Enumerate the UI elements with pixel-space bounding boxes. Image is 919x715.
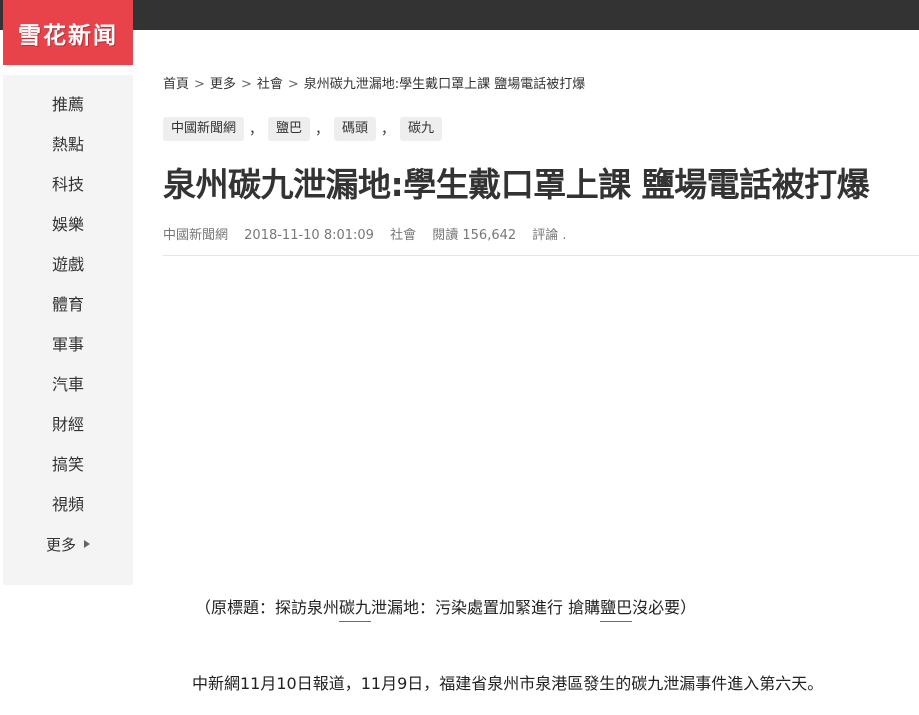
keyword-link-c9[interactable]: 碳九 (339, 598, 372, 622)
header-divider (163, 255, 919, 256)
article-comments[interactable]: 評論 . (532, 228, 566, 243)
tag-list: 中國新聞網 ， 鹽巴 ， 碼頭 ， 碳九 (163, 117, 443, 141)
article-datetime: 2018-11-10 8:01:09 (244, 228, 374, 243)
sidebar-item-sports[interactable]: 體育 (3, 285, 133, 325)
para1-text: 泄漏地：污染處置加緊進行 搶購 (371, 598, 601, 617)
tag-salt[interactable]: 鹽巴 (268, 117, 311, 141)
sidebar-item-finance[interactable]: 財經 (3, 405, 133, 445)
sidebar-item-tech[interactable]: 科技 (3, 165, 133, 205)
site-logo[interactable]: 雪花新闻 (3, 0, 133, 65)
para1-text: （原標題：探訪泉州 (195, 598, 340, 617)
sidebar-item-video[interactable]: 視頻 (3, 485, 133, 525)
breadcrumb-society[interactable]: 社會 (257, 77, 283, 92)
article-title: 泉州碳九泄漏地:學生戴口罩上課 鹽場電話被打爆 (163, 165, 870, 204)
tag-c9[interactable]: 碳九 (400, 117, 443, 141)
article-source[interactable]: 中國新聞網 (163, 228, 228, 243)
sidebar-item-recommend[interactable]: 推薦 (3, 85, 133, 125)
breadcrumb: 首頁 > 更多 > 社會 > 泉州碳九泄漏地:學生戴口罩上課 鹽場電話被打爆 (163, 73, 585, 92)
sidebar-item-entertainment[interactable]: 娛樂 (3, 205, 133, 245)
article-original-title: （原標題：探訪泉州碳九泄漏地：污染處置加緊進行 搶購鹽巴沒必要） (195, 594, 697, 622)
logo-text: 雪花新闻 (18, 22, 118, 49)
sidebar-item-games[interactable]: 遊戲 (3, 245, 133, 285)
sidebar-item-funny[interactable]: 搞笑 (3, 445, 133, 485)
para1-text: 沒必要） (632, 598, 697, 617)
breadcrumb-separator: > (240, 77, 252, 92)
sidebar-item-auto[interactable]: 汽車 (3, 365, 133, 405)
tag-wharf[interactable]: 碼頭 (334, 117, 377, 141)
tag-separator: ， (249, 122, 264, 138)
sidebar-nav: 推薦 熱點 科技 娛樂 遊戲 體育 軍事 汽車 財經 搞笑 視頻 更多 (3, 75, 133, 585)
breadcrumb-more[interactable]: 更多 (210, 77, 236, 92)
tag-chinanews[interactable]: 中國新聞網 (163, 117, 245, 141)
breadcrumb-separator: > (287, 77, 299, 92)
breadcrumb-home[interactable]: 首頁 (163, 77, 189, 92)
sidebar-item-hot[interactable]: 熱點 (3, 125, 133, 165)
article-views: 閱讀 156,642 (432, 228, 517, 243)
top-bar (0, 0, 919, 30)
article-category[interactable]: 社會 (390, 228, 416, 243)
sidebar-more-label: 更多 (45, 536, 76, 554)
breadcrumb-current: 泉州碳九泄漏地:學生戴口罩上課 鹽場電話被打爆 (303, 77, 586, 92)
breadcrumb-separator: > (194, 77, 205, 92)
caret-right-icon (84, 539, 90, 548)
article-meta: 中國新聞網 2018-11-10 8:01:09 社會 閱讀 156,642 評… (163, 224, 579, 243)
tag-separator: ， (315, 122, 330, 138)
keyword-link-salt[interactable]: 鹽巴 (600, 598, 633, 622)
tag-separator: ， (381, 122, 396, 138)
sidebar-item-military[interactable]: 軍事 (3, 325, 133, 365)
article-paragraph: 中新網11月10日報道，11月9日，福建省泉州市泉港區發生的碳九泄漏事件進入第六… (192, 674, 824, 693)
sidebar-item-more[interactable]: 更多 (3, 525, 133, 565)
